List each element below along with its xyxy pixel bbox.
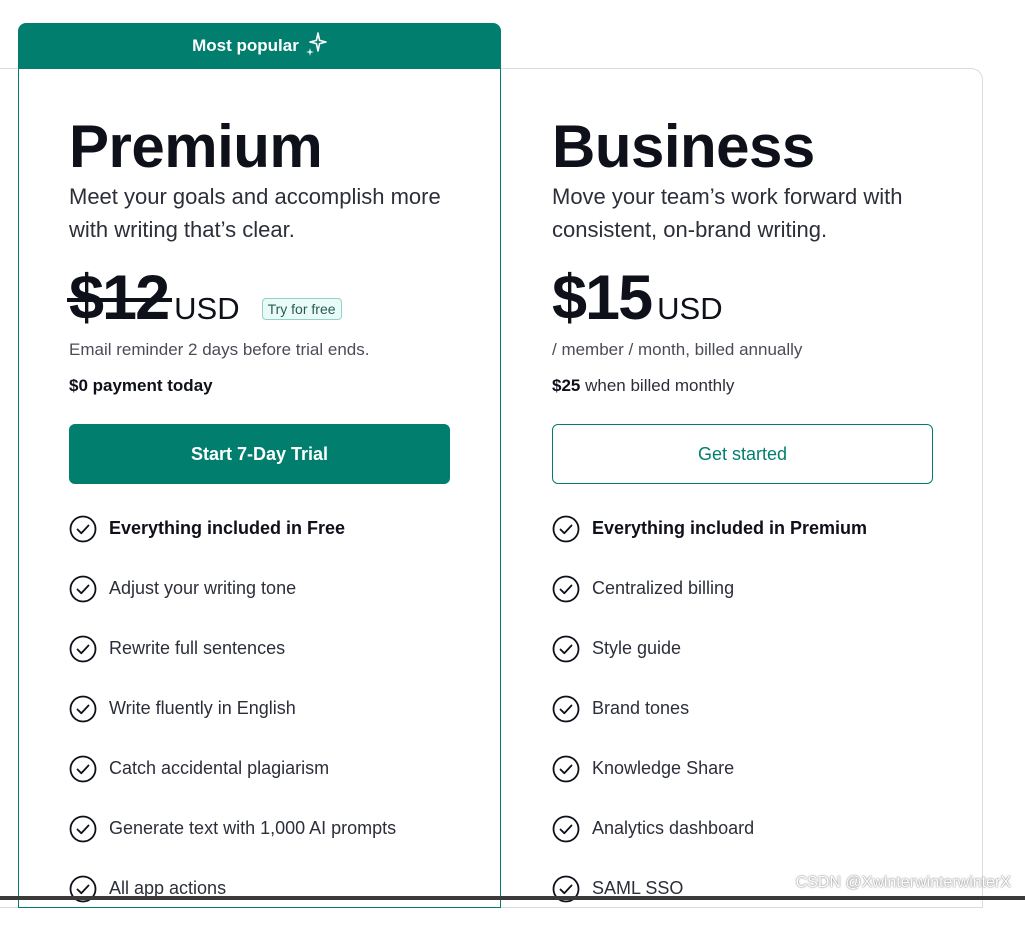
price-currency: USD	[174, 291, 240, 326]
start-trial-button[interactable]: Start 7-Day Trial	[69, 424, 450, 484]
most-popular-label: Most popular	[192, 36, 299, 55]
check-circle-icon	[69, 635, 97, 663]
feature-label: Knowledge Share	[592, 758, 735, 778]
check-circle-icon	[552, 695, 580, 723]
feature-item: Write fluently in English	[69, 693, 396, 753]
try-for-free-badge: Try for free	[261, 298, 342, 320]
plan-name: Business	[552, 113, 815, 180]
feature-item: Knowledge Share	[552, 753, 867, 813]
feature-label: Write fluently in English	[109, 698, 296, 718]
original-price: $12	[66, 263, 173, 333]
feature-item: Brand tones	[552, 693, 867, 753]
billing-note: / member / month, billed annually	[552, 340, 803, 359]
payment-today-text: $0 payment today	[69, 376, 213, 395]
check-circle-icon	[552, 815, 580, 843]
business-feature-list: Everything included in Premium Centralize…	[552, 513, 867, 933]
check-circle-icon	[69, 755, 97, 783]
feature-item: Generate text with 1,000 AI prompts	[69, 813, 396, 873]
monthly-price-line: $25 when billed monthly	[552, 376, 734, 396]
sparkle-icon	[305, 32, 327, 56]
check-circle-icon	[552, 515, 580, 543]
check-circle-icon	[69, 515, 97, 543]
check-circle-icon	[552, 635, 580, 663]
feature-label: Rewrite full sentences	[109, 638, 286, 658]
feature-label: Style guide	[592, 638, 682, 658]
price-amount: $15	[552, 263, 653, 333]
price-currency: USD	[657, 291, 723, 326]
premium-feature-list: Everything included in Free Adjust your w…	[69, 513, 396, 933]
feature-label: Generate text with 1,000 AI prompts	[109, 818, 397, 838]
price-row: $12 USD Try for free	[66, 263, 342, 333]
feature-item: Analytics dashboard	[552, 813, 867, 873]
most-popular-tab: Most popular	[18, 23, 501, 69]
monthly-price-text: when billed monthly	[580, 376, 735, 395]
bottom-edge	[0, 896, 1025, 900]
feature-item: Adjust your writing tone	[69, 573, 396, 633]
check-circle-icon	[69, 695, 97, 723]
plan-description: Meet your goals and accomplish more with…	[69, 184, 441, 242]
feature-item: Rewrite full sentences	[69, 633, 396, 693]
price-row: $15 USD	[552, 266, 723, 330]
feature-label: Centralized billing	[592, 578, 735, 598]
feature-item: All app actions	[69, 873, 396, 933]
check-circle-icon	[552, 575, 580, 603]
monthly-price: $25	[552, 376, 581, 395]
feature-label: Brand tones	[592, 698, 690, 718]
check-circle-icon	[69, 575, 97, 603]
feature-label: Analytics dashboard	[592, 818, 755, 838]
feature-label: Adjust your writing tone	[109, 578, 297, 598]
feature-item: Style guide	[552, 633, 867, 693]
feature-label: Everything included in Free	[109, 518, 346, 538]
feature-item: Catch accidental plagiarism	[69, 753, 396, 813]
watermark: CSDN @XwinterwinterwinterX	[795, 874, 1011, 891]
feature-label: Everything included in Premium	[592, 518, 868, 538]
get-started-button[interactable]: Get started	[552, 424, 933, 484]
plan-description: Move your team’s work forward with consi…	[552, 184, 903, 242]
plan-name: Premium	[69, 113, 323, 180]
feature-item: Centralized billing	[552, 573, 867, 633]
payment-today: $0 payment today	[69, 376, 213, 396]
feature-item: Everything included in Free	[69, 513, 396, 573]
check-circle-icon	[552, 755, 580, 783]
feature-label: Catch accidental plagiarism	[109, 758, 330, 778]
trial-reminder-note: Email reminder 2 days before trial ends.	[69, 340, 370, 359]
feature-item: Everything included in Premium	[552, 513, 867, 573]
check-circle-icon	[69, 815, 97, 843]
